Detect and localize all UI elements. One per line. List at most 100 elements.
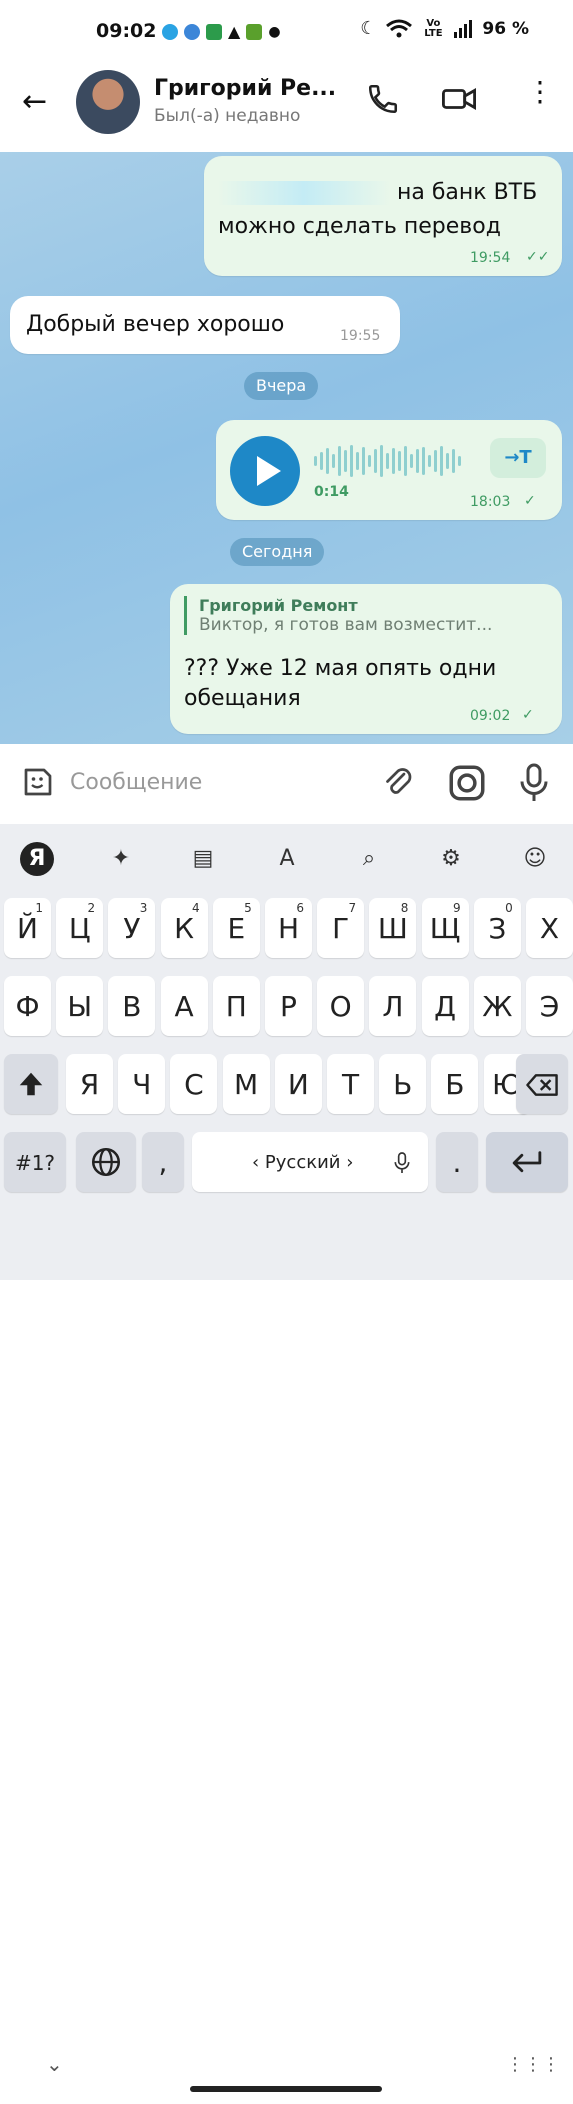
chevron-down-icon[interactable]: ⌄ [46,2052,63,2076]
key-И[interactable]: И [274,1054,322,1114]
key-Ш[interactable]: Ш8 [369,898,417,958]
key-Б[interactable]: Б [431,1054,479,1114]
key-label: А [174,990,194,1023]
backspace-icon[interactable] [516,1054,568,1114]
key-Ь[interactable]: Ь [379,1054,427,1114]
key-hint: 9 [452,901,461,915]
key-label: П [225,990,247,1023]
reply-quote[interactable]: Григорий Ремонт Виктор, я готов вам возм… [184,596,539,635]
reply-text: Виктор, я готов вам возместит... [199,615,493,635]
more-icon[interactable]: ⋮ [526,78,554,106]
key-label: Д [434,990,457,1023]
translate-icon[interactable]: A [268,840,306,878]
volte-icon: Vo LTE [424,17,443,39]
globe-icon[interactable] [76,1132,136,1192]
video-icon[interactable] [440,82,478,116]
magic-wand-icon[interactable]: ✦ [102,840,140,878]
voice-message[interactable]: 0:14 →T 18:03 ✓ [216,420,562,520]
key-С[interactable]: С [170,1054,218,1114]
chat-area[interactable]: на банк ВТБ можно сделать перевод 19:54 … [0,152,573,744]
key-Щ[interactable]: Щ9 [421,898,469,958]
read-check-icon: ✓ [524,493,536,509]
phone-icon[interactable] [366,82,400,116]
key-Х[interactable]: Х [526,898,573,958]
key-label: Т [341,1068,360,1101]
message-input[interactable]: Сообщение [70,770,202,795]
key-hint: 1 [35,901,43,915]
key-У[interactable]: У3 [108,898,156,958]
cloud-icon [184,23,200,40]
mic-icon[interactable] [516,762,552,804]
shift-icon[interactable] [4,1054,58,1114]
key-label: Й [17,912,38,945]
message-composer: Сообщение [0,744,573,824]
period-key[interactable]: . [436,1132,478,1192]
key-label: И [287,1068,309,1101]
key-Ч[interactable]: Ч [118,1054,166,1114]
date-pill: Вчера [244,372,319,400]
key-Я[interactable]: Я [66,1054,113,1114]
moon-icon: ☾ [360,18,377,39]
key-label: Ы [67,990,93,1023]
nav-bar: ⌄ ⋮⋮⋮ [0,2032,573,2104]
key-Ф[interactable]: Ф [4,976,51,1036]
voice-input-icon[interactable] [392,1150,412,1176]
key-Ы[interactable]: Ы [56,976,104,1036]
key-П[interactable]: П [212,976,260,1036]
outgoing-reply-message[interactable]: Григорий Ремонт Виктор, я готов вам возм… [170,584,562,734]
key-label: Н [277,912,300,945]
key-Р[interactable]: Р [265,976,312,1036]
key-label: Ц [68,912,91,945]
signal-icon [454,19,473,38]
key-М[interactable]: М [222,1054,270,1114]
key-Э[interactable]: Э [526,976,573,1036]
play-icon[interactable] [230,436,300,506]
enter-icon[interactable] [486,1132,568,1192]
key-label: Е [227,912,246,945]
key-К[interactable]: К4 [160,898,208,958]
comma-key[interactable]: , [142,1132,184,1192]
transcribe-button[interactable]: →T [490,438,546,478]
keyboard: Я ✦ ▤ A ⌕ ⚙ ☺ Й1Ц2У3К4Е5Н6Г7Ш8Щ9З0Х ФЫВА… [0,824,573,2092]
key-А[interactable]: А [160,976,208,1036]
key-О[interactable]: О [317,976,365,1036]
key-label: Ч [132,1068,152,1101]
key-Г[interactable]: Г7 [317,898,365,958]
yandex-icon[interactable]: Я [20,842,54,876]
outgoing-message[interactable]: на банк ВТБ можно сделать перевод 19:54 … [204,156,562,276]
space-key[interactable]: ‹ Русский › [192,1132,428,1192]
key-Ж[interactable]: Ж [473,976,521,1036]
sticker-icon[interactable] [20,764,56,800]
dot-icon: ● [268,23,281,40]
smile-icon[interactable]: ☺ [516,840,554,878]
key-В[interactable]: В [108,976,156,1036]
key-label: Р [280,990,297,1023]
key-Й[interactable]: Й1 [4,898,51,958]
key-hint: 6 [296,901,304,915]
key-Ц[interactable]: Ц2 [56,898,104,958]
key-З[interactable]: З0 [473,898,521,958]
key-label: Ф [15,990,40,1023]
incoming-message[interactable]: Добрый вечер хорошо 19:55 [10,296,400,354]
telegram-icon [162,23,178,40]
keyboard-grid-icon[interactable]: ⋮⋮⋮ [506,2054,560,2075]
symbols-key[interactable]: #1? [4,1132,66,1192]
key-Е[interactable]: Е5 [212,898,260,958]
key-Н[interactable]: Н6 [265,898,312,958]
home-indicator[interactable] [190,2086,382,2092]
paperclip-icon[interactable] [380,764,416,802]
clipboard-icon[interactable]: ▤ [184,840,222,878]
voice-waveform[interactable] [314,444,461,478]
avatar[interactable] [76,70,140,134]
back-arrow-icon[interactable]: ← [22,84,47,119]
gear-icon[interactable]: ⚙ [432,840,470,878]
key-hint: 8 [400,901,409,915]
key-Т[interactable]: Т [327,1054,374,1114]
key-hint: 0 [505,901,513,915]
search-icon[interactable]: ⌕ [350,840,388,878]
key-Д[interactable]: Д [421,976,469,1036]
key-Л[interactable]: Л [369,976,417,1036]
message-text-line2: можно сделать перевод [218,214,501,239]
camera-icon[interactable] [446,762,488,804]
contact-name[interactable]: Григорий Ре... [154,76,334,101]
